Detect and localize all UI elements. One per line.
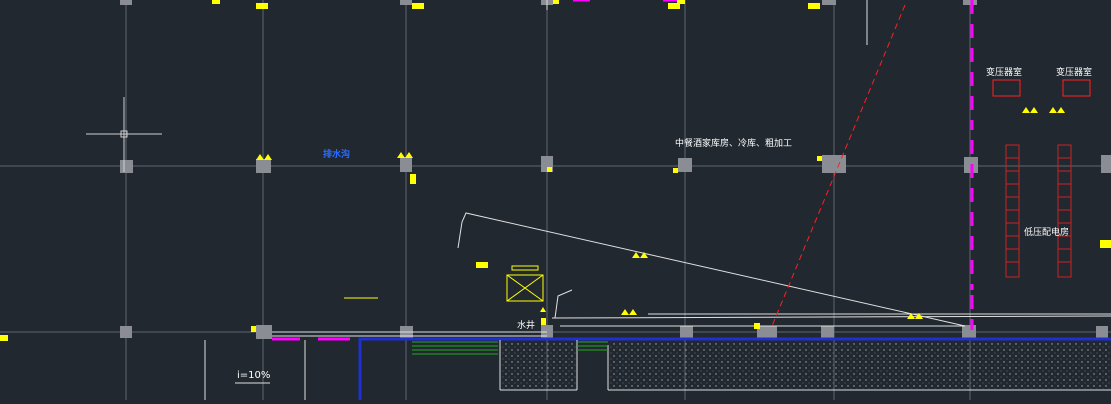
- column-square-icon: [1096, 326, 1108, 338]
- column-square-icon: [963, 0, 977, 5]
- fixture-symbol-icon: [1049, 107, 1065, 113]
- fixture-symbol-icon: [673, 168, 678, 173]
- column-square-icon: [822, 0, 836, 5]
- fixture-symbol-icon: [410, 174, 416, 184]
- transformer-equipment: [992, 79, 1091, 97]
- column-square-icon: [680, 326, 693, 338]
- column-square-icon: [120, 160, 133, 173]
- column-square-icon: [400, 157, 412, 172]
- fixture-symbols: [0, 0, 1111, 341]
- cad-drawing-viewport[interactable]: 中餐酒家库房、冷库、粗加工 变压器室 变压器室 低压配电房 水井 i=10% 排…: [0, 0, 1111, 400]
- crosshair-cursor-icon: [86, 97, 162, 172]
- column-square-icon: [678, 158, 692, 172]
- fixture-symbol-icon: [1022, 107, 1038, 113]
- fixture-symbol-icon: [677, 0, 685, 4]
- blue-tag-label: 排水沟: [323, 148, 350, 160]
- fixture-symbol-icon: [1100, 240, 1111, 248]
- fixture-symbol-icon: [553, 0, 559, 4]
- fixture-symbol-icon: [476, 262, 488, 268]
- structural-columns: [120, 0, 1111, 339]
- fixture-symbol-icon: [0, 335, 8, 341]
- fixture-symbol-icon: [256, 3, 268, 9]
- water-well-symbol: [344, 265, 544, 302]
- fixture-symbol-icon: [540, 307, 546, 312]
- water-well-label: 水井: [517, 319, 535, 331]
- transformer-room-label-2: 变压器室: [1056, 66, 1092, 78]
- fixture-symbol-icon: [547, 167, 552, 172]
- fixture-symbol-icon: [251, 326, 256, 332]
- fixture-symbol-icon: [754, 323, 760, 329]
- fixture-symbol-icon: [808, 3, 820, 9]
- transformer-room-label-1: 变压器室: [986, 66, 1022, 78]
- low-voltage-room-label: 低压配电房: [1024, 226, 1069, 238]
- column-square-icon: [962, 325, 976, 339]
- fixture-symbol-icon: [412, 3, 424, 9]
- column-square-icon: [120, 326, 132, 338]
- switchgear-panels: [1005, 144, 1072, 278]
- column-square-icon: [822, 155, 846, 173]
- column-square-icon: [821, 326, 834, 338]
- column-square-icon: [256, 159, 271, 173]
- fixture-symbol-icon: [212, 0, 220, 4]
- fixture-symbol-icon: [541, 318, 546, 325]
- column-square-icon: [120, 0, 132, 5]
- column-square-icon: [400, 0, 412, 5]
- drawing-canvas: 中餐酒家库房、冷库、粗加工 变压器室 变压器室 低压配电房 水井 i=10% 排…: [0, 0, 1111, 400]
- slope-note-label: i=10%: [237, 370, 270, 381]
- fixture-symbol-icon: [621, 309, 637, 315]
- column-square-icon: [256, 325, 272, 339]
- kitchen-room-label: 中餐酒家库房、冷库、粗加工: [675, 137, 792, 149]
- fixture-symbol-icon: [817, 156, 822, 161]
- column-square-icon: [1101, 155, 1111, 173]
